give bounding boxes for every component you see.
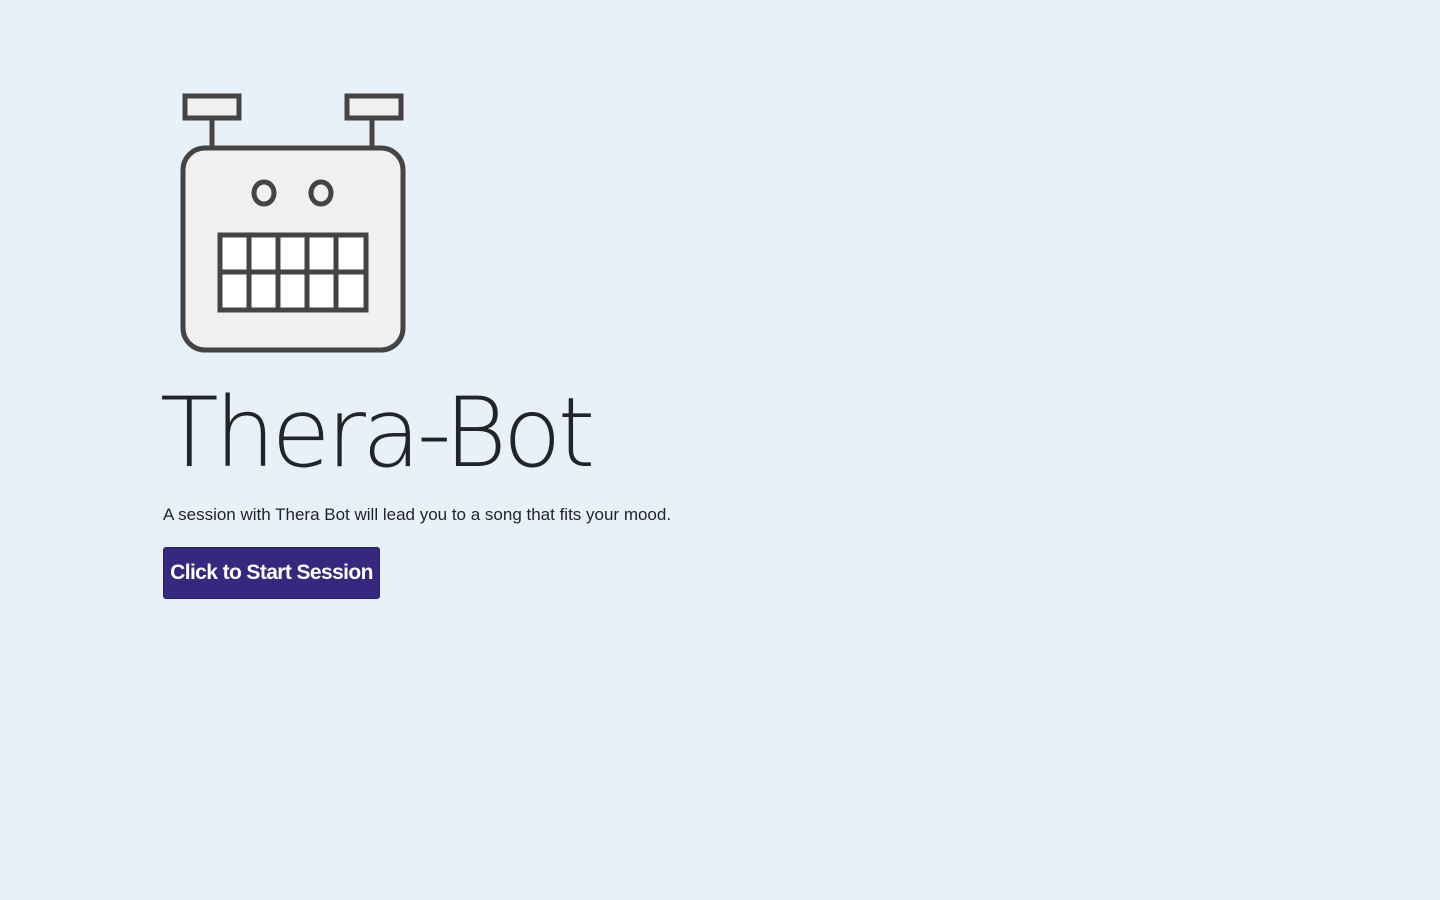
start-session-button[interactable]: Click to Start Session (163, 547, 380, 599)
tagline-text: A session with Thera Bot will lead you t… (163, 505, 672, 524)
robot-eye-right (308, 179, 334, 207)
landing-page: Thera-Bot A session with Thera Bot will … (0, 0, 1440, 900)
robot-antenna-right (344, 93, 404, 121)
robot-eye-left (251, 179, 277, 207)
robot-icon (180, 93, 406, 353)
robot-mouth (217, 232, 369, 313)
robot-antenna-left (182, 93, 242, 121)
page-title: Thera-Bot (160, 377, 595, 489)
